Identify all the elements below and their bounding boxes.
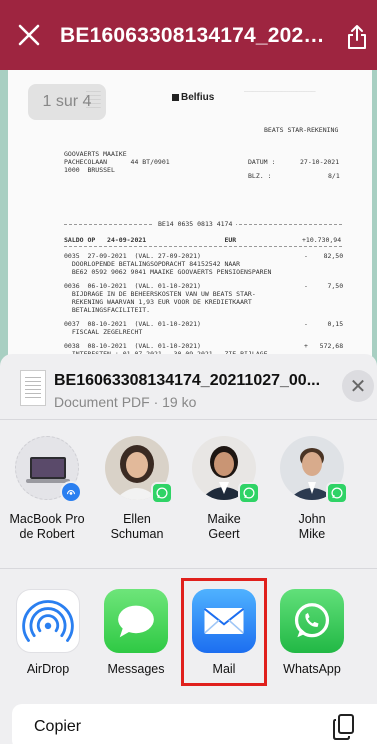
app-messages[interactable]: Messages xyxy=(93,589,179,676)
file-thumbnail xyxy=(20,370,46,406)
mail-highlight-box xyxy=(181,578,267,686)
bank-logo-icon xyxy=(172,94,179,101)
app-label: Messages xyxy=(107,662,165,676)
share-target-ellen[interactable]: Ellen Schuman xyxy=(92,436,182,542)
entry-0036-line2: BIJDRAGE IN DE BEHEERSKOSTEN VAN UW BEAT… xyxy=(64,290,256,298)
share-target-label: John Mike xyxy=(298,512,326,541)
blz-label: BLZ. : xyxy=(248,172,272,180)
share-target-label: Maike Geert xyxy=(207,512,241,541)
saldo-amount: +10.730,94 xyxy=(302,236,342,244)
datum-label: DATUM : xyxy=(248,158,276,166)
share-target-label: MacBook Pro de Robert xyxy=(9,512,85,541)
separator-2 xyxy=(64,246,342,247)
entry-0037-amount: - 0,15 xyxy=(304,320,344,328)
file-meta: Document PDF · 19 ko xyxy=(54,394,197,410)
avatar xyxy=(280,436,348,504)
whatsapp-badge-icon xyxy=(238,482,260,504)
bank-header-fineprint: __________________________________ xyxy=(244,88,316,92)
share-target-john[interactable]: John Mike xyxy=(267,436,357,542)
app-label: AirDrop xyxy=(26,662,70,676)
app-airdrop[interactable]: AirDrop xyxy=(5,589,91,676)
macbook-avatar xyxy=(15,436,82,503)
entry-0037-line2: FISCAAL ZEGELRECHT xyxy=(64,328,143,336)
share-icon[interactable] xyxy=(344,24,370,50)
whatsapp-badge-icon xyxy=(326,482,348,504)
copy-action[interactable]: Copier xyxy=(12,704,377,744)
close-share-sheet-button[interactable]: ✕ xyxy=(342,370,374,402)
file-name: BE16063308134174_20211027_00... xyxy=(54,372,321,389)
app-label: WhatsApp xyxy=(283,662,341,676)
avatar xyxy=(192,436,260,504)
airdrop-badge-icon xyxy=(60,481,82,503)
account-heading: BEATS STAR-REKENING xyxy=(264,126,339,134)
address-line-1: GOOVAERTS MAAIKE xyxy=(64,150,127,158)
copy-icon xyxy=(333,714,354,740)
share-sheet-header: BE16063308134174_20211027_00... Document… xyxy=(0,354,377,420)
entry-0036-line3: REKENING WAARVAN 1,93 EUR VOOR DE KREDIE… xyxy=(64,298,252,306)
share-target-maike[interactable]: Maike Geert xyxy=(179,436,269,542)
whatsapp-icon xyxy=(280,589,344,653)
top-bar: BE16063308134174_20211... xyxy=(0,0,377,70)
entry-0036-line4: BETALINGSFACILITEIT. xyxy=(64,306,151,314)
datum-value: 27-10-2021 xyxy=(300,158,340,166)
app-whatsapp[interactable]: WhatsApp xyxy=(269,589,355,676)
address-line-3: 1000 BRUSSEL xyxy=(64,166,115,174)
bank-logo: Belfius xyxy=(172,92,214,103)
pdf-page[interactable]: 1 sur 4 Belfius _______ _______ _______ ___… xyxy=(8,70,372,370)
entry-0035-line3: BE62 0592 9062 9041 MAAIKE GOOVAERTS PEN… xyxy=(64,268,272,276)
entry-0038-amount: + 572,68 xyxy=(304,342,344,350)
entry-0035-amount: - 82,50 xyxy=(304,252,344,260)
document-title: BE16063308134174_20211... xyxy=(60,24,330,47)
airdrop-icon xyxy=(16,589,80,653)
entry-0035-line2: DOORLOPENDE BETALINGSOPDRACHT 84152542 N… xyxy=(64,260,241,268)
blz-value: 8/1 xyxy=(328,172,340,180)
entry-0037-line1: 0037 08-10-2021 (VAL. 01-10-2021) xyxy=(64,320,201,328)
account-number: BE14 0635 0813 4174 xyxy=(154,220,237,228)
close-icon: ✕ xyxy=(349,375,367,398)
messages-icon xyxy=(104,589,168,653)
whatsapp-badge-icon xyxy=(151,482,173,504)
avatar xyxy=(105,436,173,504)
saldo-line: SALDO OP 24-09-2021 EUR xyxy=(64,236,237,244)
entry-0035-line1: 0035 27-09-2021 (VAL. 27-09-2021) xyxy=(64,252,201,260)
bank-address-block: _______ _______ _______ _______ _______ xyxy=(86,88,101,108)
address-line-2: PACHECOLAAN 44 BT/0901 xyxy=(64,158,170,166)
share-targets-row: MacBook Pro de Robert Ellen Schuman Maik… xyxy=(0,420,377,568)
copy-action-label: Copier xyxy=(34,718,82,735)
entry-0036-amount: - 7,50 xyxy=(304,282,344,290)
entry-0038-line1: 0038 08-10-2021 (VAL. 01-10-2021) xyxy=(64,342,201,350)
share-target-macbook[interactable]: MacBook Pro de Robert xyxy=(2,436,92,542)
share-sheet: BE16063308134174_20211027_00... Document… xyxy=(0,354,377,744)
share-target-label: Ellen Schuman xyxy=(110,512,164,541)
close-icon[interactable] xyxy=(16,22,42,48)
bank-name: Belfius xyxy=(181,92,215,103)
document-viewer[interactable]: 1 sur 4 Belfius _______ _______ _______ ___… xyxy=(0,70,377,370)
entry-0036-line1: 0036 06-10-2021 (VAL. 01-10-2021) xyxy=(64,282,201,290)
